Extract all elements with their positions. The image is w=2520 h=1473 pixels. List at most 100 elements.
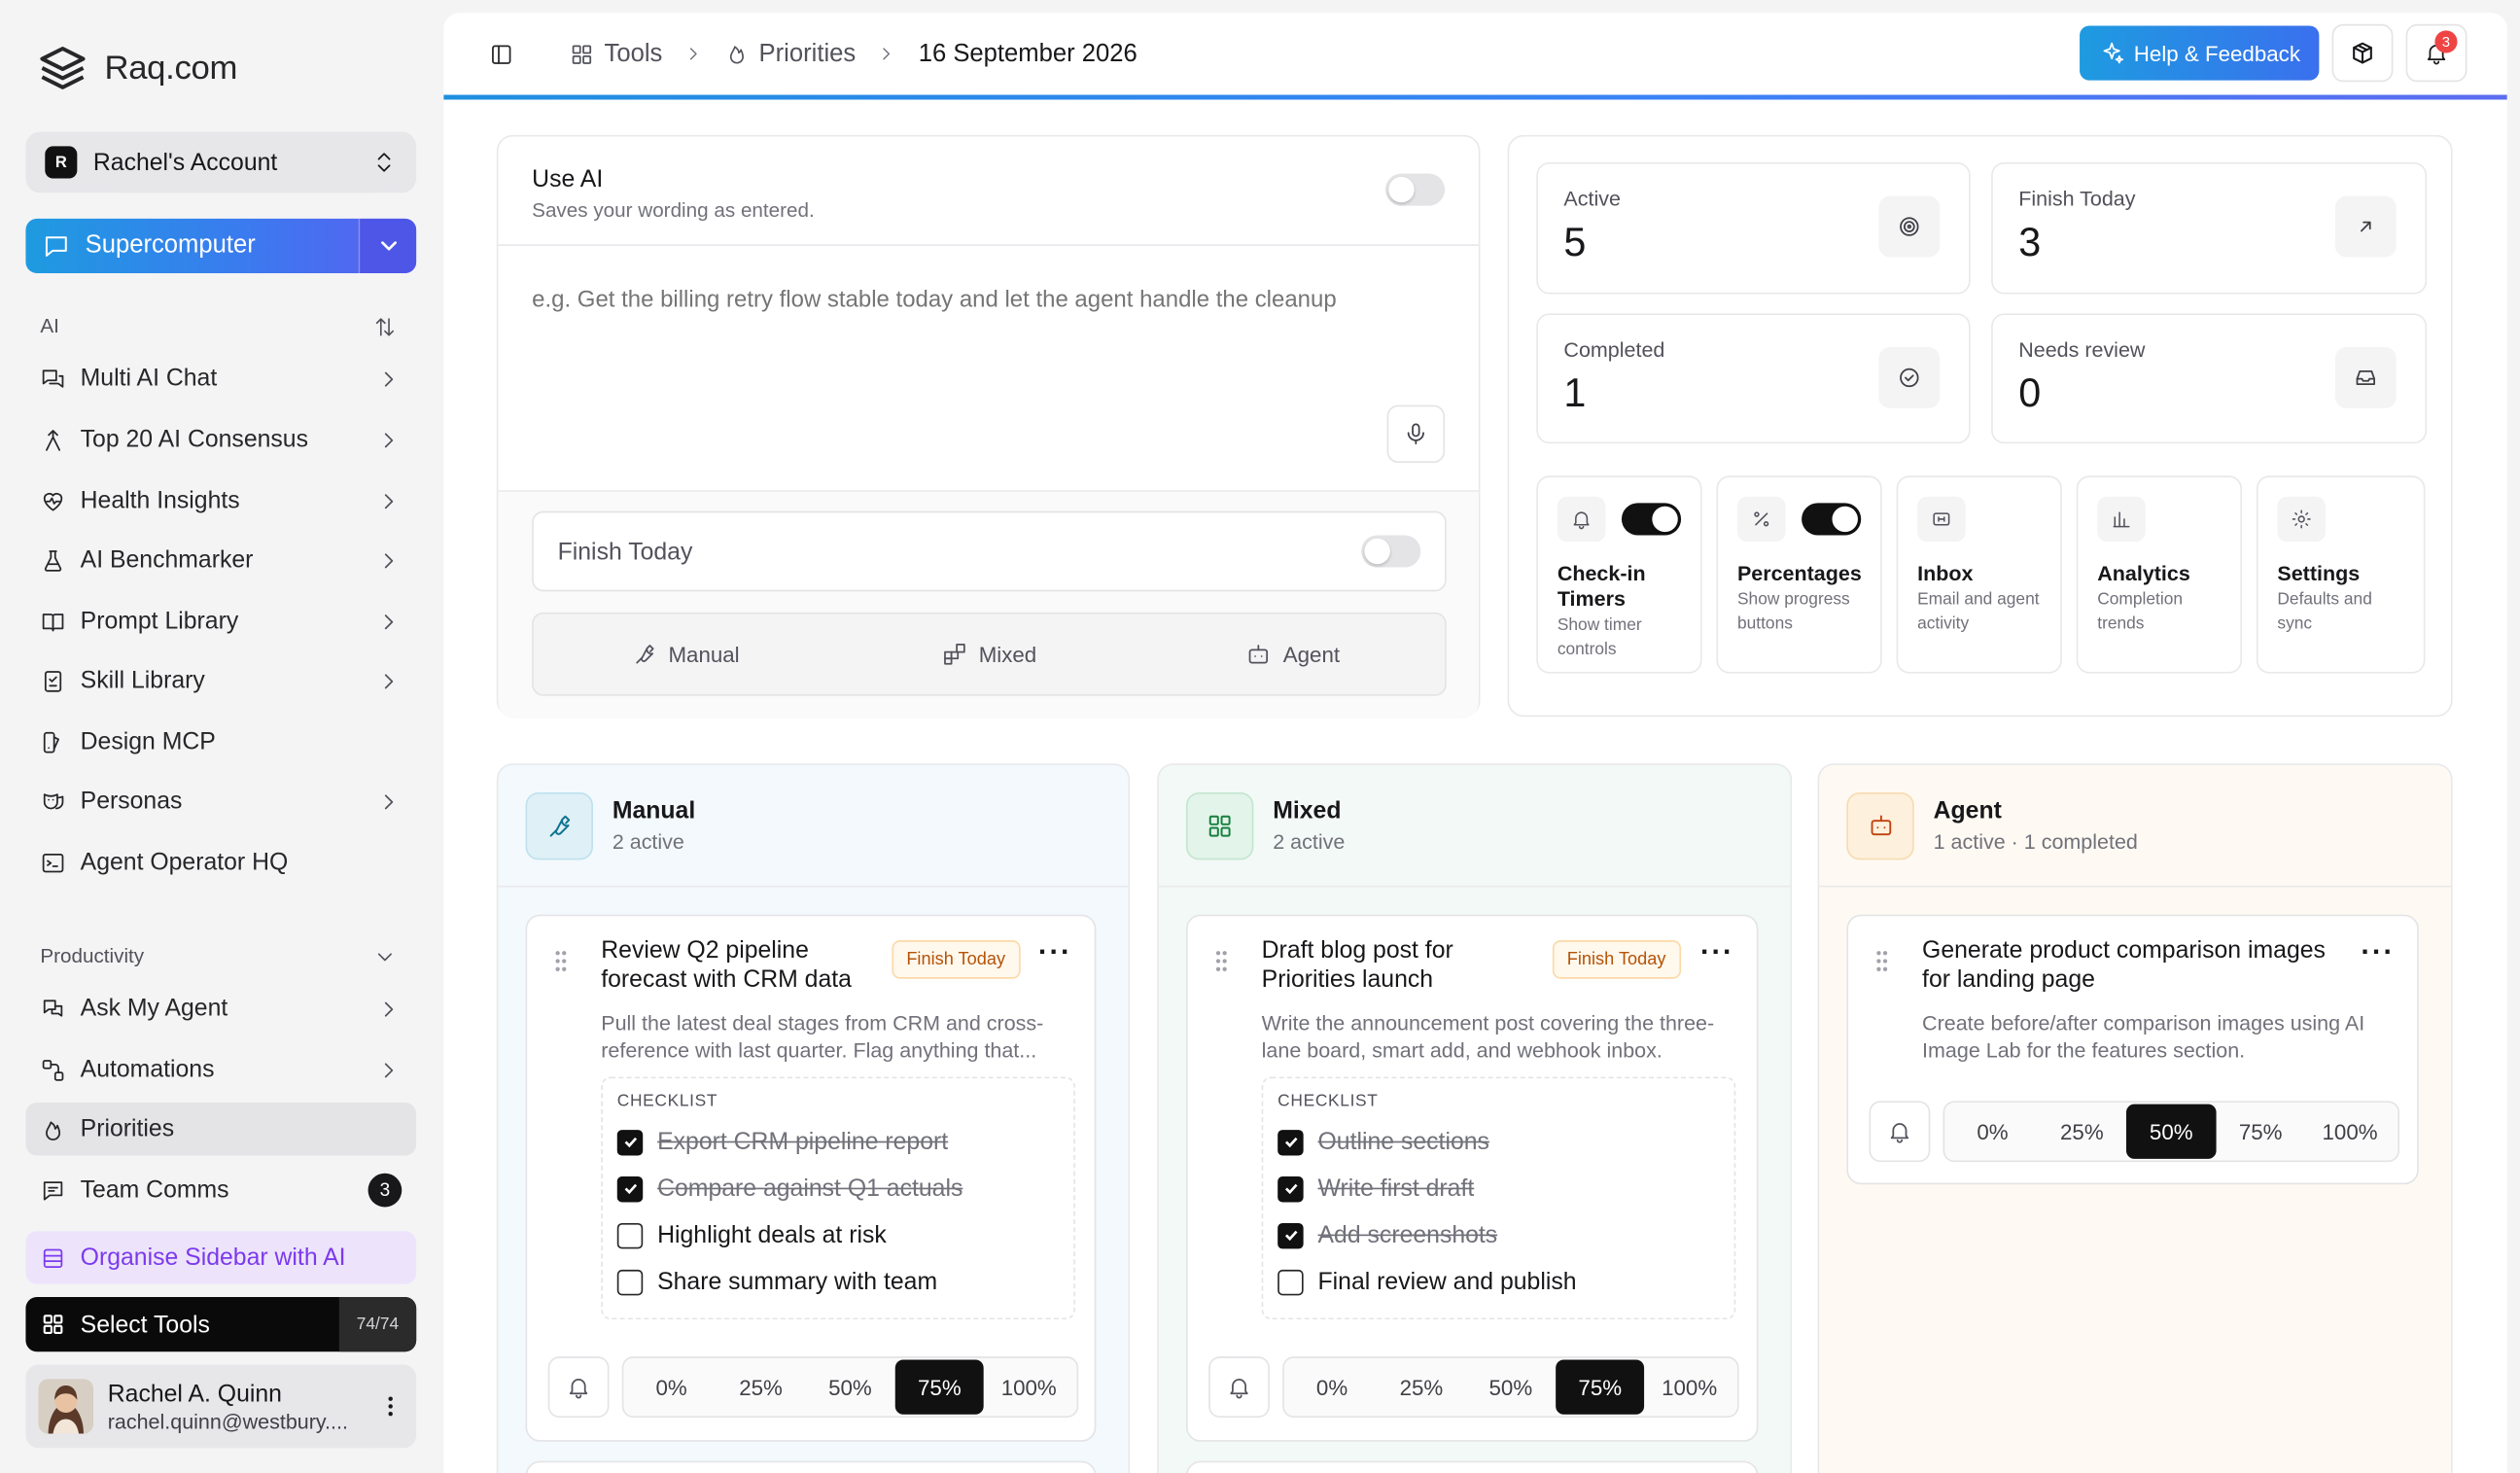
sidebar-item-prompt-library[interactable]: Prompt Library (25, 595, 416, 649)
chevron-down-icon[interactable] (373, 945, 398, 969)
supercomputer-button[interactable]: Supercomputer (25, 218, 417, 274)
task-input[interactable] (532, 284, 1368, 381)
checkbox-unchecked[interactable] (616, 1222, 644, 1248)
organise-sidebar-button[interactable]: Organise Sidebar with AI (25, 1231, 417, 1284)
notifications-button[interactable]: 3 (2405, 23, 2468, 83)
supercomputer-main[interactable]: Supercomputer (25, 219, 358, 273)
breadcrumb-priorities[interactable]: Priorities (759, 40, 857, 69)
checkbox-checked[interactable] (616, 1175, 644, 1202)
sidebar-item-priorities[interactable]: Priorities (25, 1103, 417, 1156)
sidebar-item-ask-my-agent[interactable]: Ask My Agent (25, 982, 416, 1035)
sidebar-item-health-insights[interactable]: Health Insights (25, 474, 416, 528)
progress-option-selected[interactable]: 50% (2126, 1104, 2217, 1159)
checkbox-checked[interactable] (1278, 1222, 1304, 1248)
feature-analytics[interactable]: Analytics Completion trends (2076, 475, 2243, 674)
feature-percentages[interactable]: Percentages Show progress buttons (1716, 475, 1882, 674)
task-card[interactable]: Generate product comparison images for l… (1846, 914, 2419, 1185)
checklist-item[interactable]: Outline sections (1278, 1119, 1720, 1166)
checkbox-checked[interactable] (1278, 1175, 1304, 1202)
user-profile[interactable]: Rachel A. Quinn rachel.quinn@westbury...… (25, 1364, 417, 1449)
progress-option[interactable]: 25% (1377, 1359, 1466, 1414)
sidebar-item-automations[interactable]: Automations (25, 1043, 416, 1097)
checkbox-unchecked[interactable] (1278, 1269, 1304, 1295)
more-horizontal-icon[interactable]: ··· (1038, 935, 1072, 969)
sort-icon[interactable] (373, 315, 398, 339)
checkbox-unchecked[interactable] (616, 1269, 644, 1295)
checklist-item[interactable]: Compare against Q1 actuals (616, 1165, 1060, 1211)
finish-today-toggle[interactable] (1361, 535, 1421, 568)
use-ai-toggle[interactable] (1384, 173, 1446, 206)
progress-option[interactable]: 0% (627, 1359, 717, 1414)
checkbox-checked[interactable] (1278, 1129, 1304, 1155)
sidebar-item-skill-library[interactable]: Skill Library (25, 654, 416, 708)
branch-icon (46, 429, 61, 450)
supercomputer-dropdown[interactable] (358, 218, 417, 274)
progress-option-selected[interactable]: 75% (1555, 1359, 1645, 1415)
task-card-next[interactable] (1185, 1460, 1759, 1473)
sidebar-item-multi-ai-chat[interactable]: Multi AI Chat (25, 352, 416, 405)
sidebar-item-agent-operator-hq[interactable]: Agent Operator HQ (25, 836, 416, 890)
progress-option-selected[interactable]: 75% (894, 1359, 985, 1415)
progress-option[interactable]: 100% (2305, 1105, 2395, 1159)
terminal-icon (42, 853, 64, 872)
checklist-item[interactable]: Write first draft (1278, 1165, 1720, 1211)
more-horizontal-icon[interactable]: ··· (2361, 935, 2395, 969)
sidebar-item-team-comms[interactable]: Team Comms 3 (25, 1164, 416, 1217)
checklist-item[interactable]: Add screenshots (1278, 1211, 1720, 1258)
sidebar-item-personas[interactable]: Personas (25, 775, 416, 828)
sidebar-item-design-mcp[interactable]: Design MCP (25, 716, 416, 769)
select-tools-button[interactable]: Select Tools 74/74 (25, 1297, 417, 1352)
integrations-button[interactable] (2331, 23, 2394, 83)
breadcrumb-tools[interactable]: Tools (605, 40, 663, 69)
percentages-toggle[interactable] (1802, 503, 1862, 536)
drag-handle-icon[interactable] (1873, 948, 1890, 973)
account-name: Rachel's Account (92, 148, 278, 177)
drag-handle-icon[interactable] (1213, 948, 1230, 973)
use-ai-title: Use AI (532, 165, 604, 193)
drag-handle-icon[interactable] (553, 948, 570, 973)
feature-inbox[interactable]: Inbox Email and agent activity (1896, 475, 2062, 674)
checklist-item[interactable]: Final review and publish (1278, 1258, 1720, 1305)
check-in-timers-toggle[interactable] (1621, 503, 1682, 536)
check-in-timer-button[interactable] (1208, 1356, 1270, 1418)
progress-option[interactable]: 25% (717, 1359, 806, 1414)
checklist-item[interactable]: Highlight deals at risk (616, 1211, 1060, 1258)
sidebar-item-top-20-ai-consensus[interactable]: Top 20 AI Consensus (25, 413, 416, 467)
checkbox-checked[interactable] (616, 1129, 644, 1155)
progress-option[interactable]: 50% (1466, 1359, 1556, 1414)
sidebar-toggle-icon[interactable] (489, 41, 514, 66)
mode-manual[interactable]: Manual (534, 614, 837, 694)
help-feedback-button[interactable]: Help & Feedback (2080, 25, 2320, 81)
feature-settings[interactable]: Settings Defaults and sync (2256, 475, 2426, 674)
account-switcher[interactable]: R Rachel's Account (25, 131, 417, 193)
voice-input-button[interactable] (1386, 404, 1446, 464)
checklist-item-text: Highlight deals at risk (657, 1221, 887, 1249)
agent-icon (43, 999, 63, 1016)
checklist-item[interactable]: Share summary with team (616, 1258, 1060, 1305)
progress-option[interactable]: 75% (2216, 1105, 2305, 1159)
check-in-timer-button[interactable] (547, 1356, 610, 1418)
sidebar-item-ai-benchmarker[interactable]: AI Benchmarker (25, 534, 416, 587)
progress-option[interactable]: 100% (984, 1359, 1073, 1414)
task-card[interactable]: Draft blog post for Priorities launch Fi… (1185, 914, 1759, 1442)
progress-option[interactable]: 25% (2037, 1105, 2126, 1159)
mode-agent[interactable]: Agent (1141, 614, 1445, 694)
checklist-item[interactable]: Export CRM pipeline report (616, 1119, 1060, 1166)
palette-icon (43, 731, 59, 753)
mode-mixed[interactable]: Mixed (837, 614, 1140, 694)
gear-icon (2277, 496, 2326, 543)
lane-mixed: Mixed 2 active Draft blog post for Prior… (1157, 763, 1793, 1473)
progress-option[interactable]: 100% (1645, 1359, 1734, 1414)
finish-today-row[interactable]: Finish Today (532, 510, 1447, 592)
more-vertical-icon[interactable] (377, 1393, 402, 1419)
progress-option[interactable]: 0% (1948, 1105, 2038, 1159)
check-in-timer-button[interactable] (1869, 1101, 1931, 1163)
progress-option[interactable]: 50% (805, 1359, 894, 1414)
task-card-next[interactable] (525, 1460, 1097, 1473)
task-card[interactable]: Review Q2 pipeline forecast with CRM dat… (525, 914, 1097, 1442)
progress-option[interactable]: 0% (1287, 1359, 1377, 1414)
more-horizontal-icon[interactable]: ··· (1700, 935, 1734, 969)
brand-logo[interactable]: Raq.com (35, 42, 237, 96)
lane-subtitle: 1 active · 1 completed (1933, 828, 2138, 854)
feature-check-in-timers[interactable]: Check-in Timers Show timer controls (1536, 475, 1702, 674)
